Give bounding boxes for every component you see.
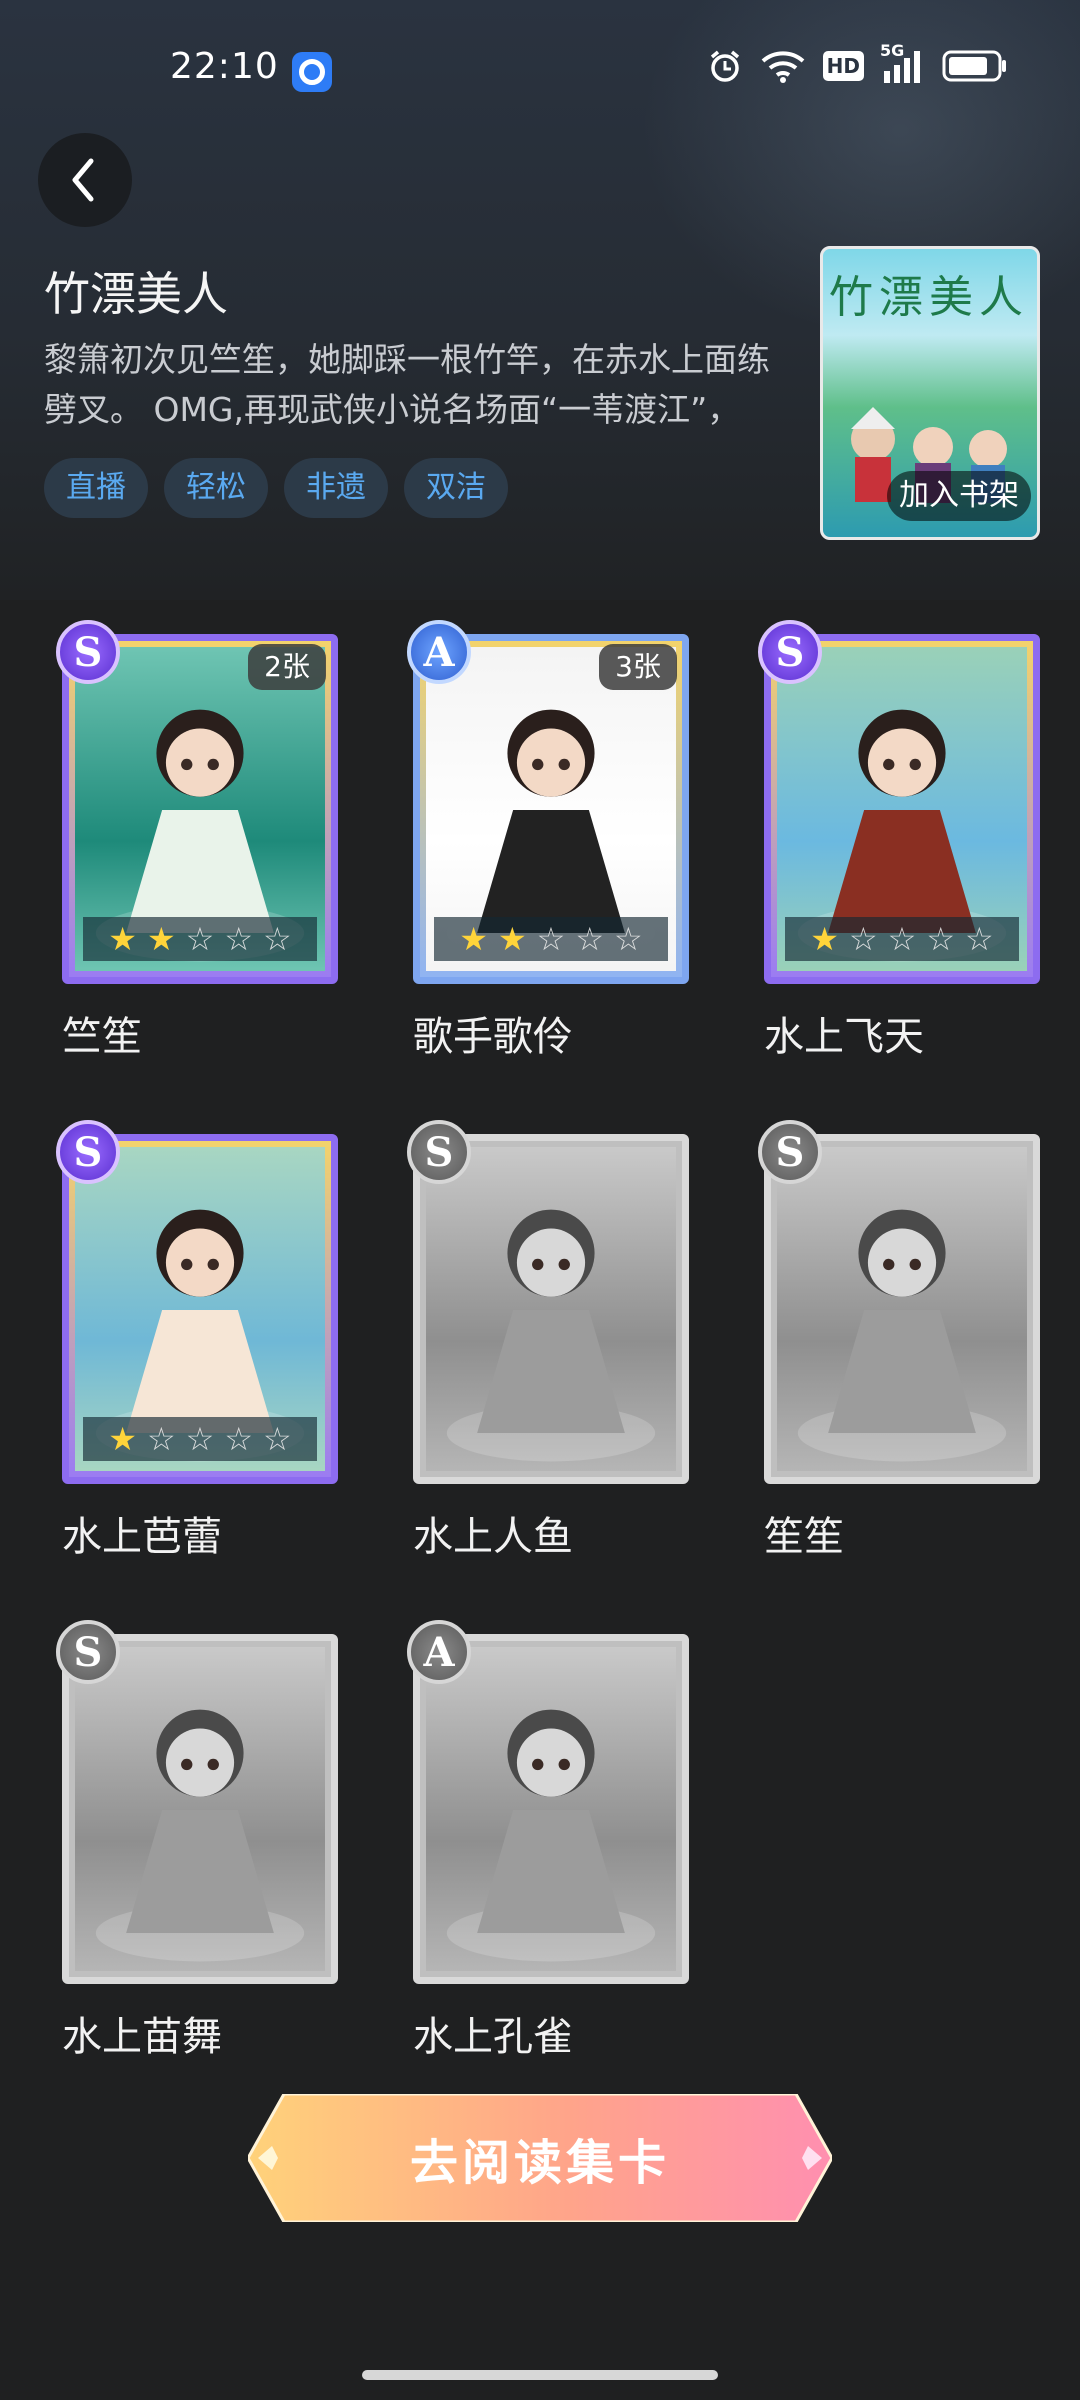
rank-badge: S [407,1120,471,1184]
star-empty-icon: ☆ [965,920,994,958]
card-name: 水上孔雀 [413,2014,573,2060]
read-button-label: 去阅读集卡 [409,2135,670,2191]
star-filled-icon: ★ [497,920,527,958]
star-filled-icon: ★ [810,920,839,958]
tag-chip[interactable]: 双洁 [404,458,508,518]
rank-badge: S [758,1120,822,1184]
collection-card[interactable]: ★ ★ ☆ ☆ ☆ S 2张 [56,620,338,984]
add-to-shelf-button[interactable]: 加入书架 [887,471,1031,521]
star-empty-icon: ☆ [848,920,878,958]
collection-card[interactable]: A [407,1620,689,1984]
card-illustration [777,1147,1027,1471]
status-bar: 22:10 HD 5G [0,0,1080,140]
card-frame [764,1134,1040,1484]
card-name: 水上飞天 [764,1014,924,1060]
alarm-icon [707,48,743,84]
card-name: 竺笙 [62,1014,142,1060]
card-frame: ★ ☆ ☆ ☆ ☆ [62,1134,338,1484]
star-rating: ★ ★ ☆ ☆ ☆ [434,917,668,961]
back-button[interactable] [38,133,132,227]
chevron-left-icon [72,158,94,202]
star-empty-icon: ☆ [887,920,917,958]
star-filled-icon: ★ [459,920,488,958]
card-name: 歌手歌伶 [413,1014,573,1060]
card-illustration [426,1647,676,1971]
star-empty-icon: ☆ [224,1420,254,1458]
card-illustration [75,1647,325,1971]
rank-badge: S [758,620,822,684]
star-empty-icon: ☆ [926,920,956,958]
home-indicator[interactable] [362,2370,718,2380]
card-frame [62,1634,338,1984]
card-name: 水上芭蕾 [62,1514,222,1560]
card-name: 水上苗舞 [62,2014,222,2060]
read-collect-cards-button[interactable]: 去阅读集卡 [248,2094,832,2222]
star-filled-icon: ★ [108,920,137,958]
rank-badge: S [56,1620,120,1684]
card-frame [413,1634,689,1984]
tag-chip[interactable]: 非遗 [284,458,388,518]
star-empty-icon: ☆ [536,920,566,958]
cover-title: 竹漂美人 [829,272,1029,323]
rank-badge: A [407,1620,471,1684]
status-time: 22:10 [170,46,279,87]
star-rating: ★ ☆ ☆ ☆ ☆ [785,917,1019,961]
character-figure [95,1709,305,1962]
star-empty-icon: ☆ [614,920,643,958]
rank-badge: S [56,1120,120,1184]
collection-card[interactable]: ★ ☆ ☆ ☆ ☆ S [56,1120,338,1484]
star-empty-icon: ☆ [185,1420,215,1458]
star-empty-icon: ☆ [224,920,254,958]
collection-card[interactable]: S [758,1120,1040,1484]
collection-card[interactable]: S [56,1620,338,1984]
network-type-label: 5G [880,41,905,60]
card-count-badge: 2张 [248,644,326,690]
wifi-icon [761,49,805,83]
book-title: 竹漂美人 [44,267,228,321]
star-empty-icon: ☆ [263,920,292,958]
star-rating: ★ ☆ ☆ ☆ ☆ [83,1417,317,1461]
star-empty-icon: ☆ [575,920,605,958]
card-name: 水上人鱼 [413,1514,573,1560]
tag-list: 直播 轻松 非遗 双洁 [44,458,508,518]
star-rating: ★ ★ ☆ ☆ ☆ [83,917,317,961]
hd-icon: HD [822,51,864,81]
collection-card[interactable]: ★ ☆ ☆ ☆ ☆ S [758,620,1040,984]
tag-chip[interactable]: 轻松 [164,458,268,518]
character-figure [446,1709,656,1962]
card-frame: ★ ☆ ☆ ☆ ☆ [764,634,1040,984]
battery-icon [942,50,1008,82]
card-frame [413,1134,689,1484]
card-name: 笙笙 [764,1514,844,1560]
collection-card[interactable]: S [407,1120,689,1484]
collection-card[interactable]: ★ ★ ☆ ☆ ☆ A 3张 [407,620,689,984]
star-empty-icon: ☆ [146,1420,176,1458]
rank-badge: A [407,620,471,684]
star-filled-icon: ★ [108,1420,137,1458]
star-empty-icon: ☆ [263,1420,292,1458]
card-count-badge: 3张 [599,644,677,690]
card-illustration [426,1147,676,1471]
tag-chip[interactable]: 直播 [44,458,148,518]
star-filled-icon: ★ [146,920,176,958]
book-cover[interactable]: 竹漂美人 加入书架 [820,246,1040,540]
app-notification-icon [292,52,332,92]
signal-icon: 5G [880,41,924,83]
star-empty-icon: ☆ [185,920,215,958]
character-figure [797,1209,1007,1462]
character-figure [446,1209,656,1462]
book-description[interactable]: 黎箫初次见竺笙，她脚踩一根竹竿，在赤水上面练劈叉。 OMG,再现武侠小说名场面“… [44,335,784,435]
rank-badge: S [56,620,120,684]
